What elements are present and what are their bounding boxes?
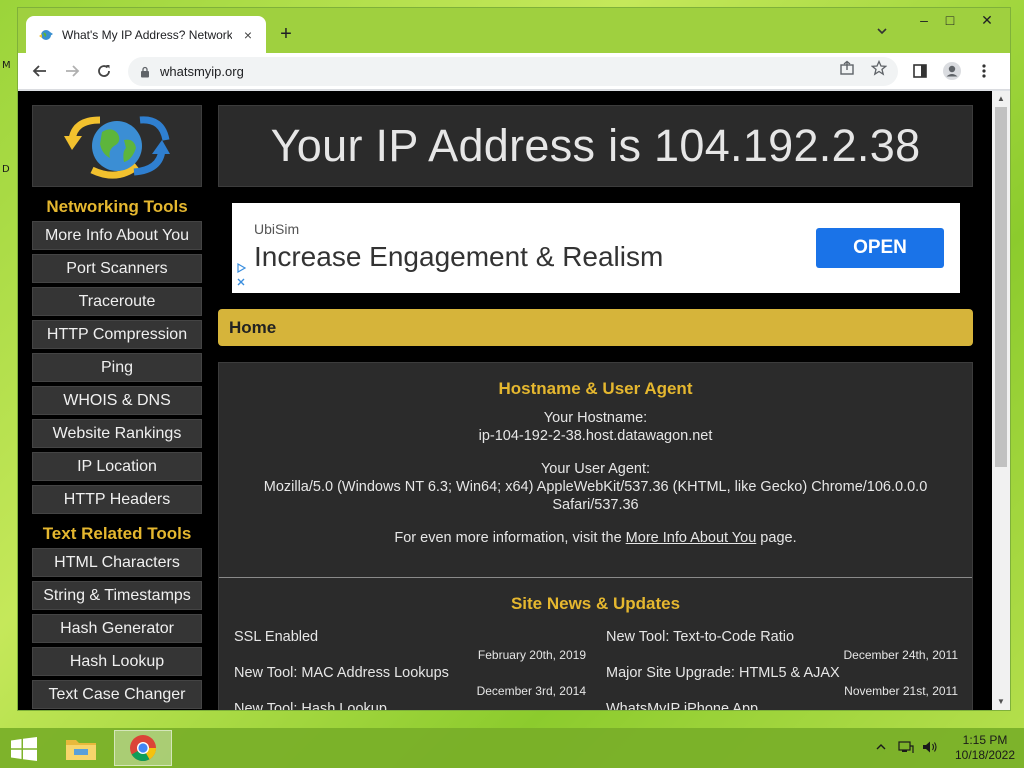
close-window-button[interactable]: ✕ xyxy=(973,12,1001,29)
hostname-section-title: Hostname & User Agent xyxy=(498,379,693,398)
ad-close-icon xyxy=(237,278,245,286)
sidebar-item-ping[interactable]: Ping xyxy=(32,353,202,382)
minimize-button[interactable]: – xyxy=(910,12,938,28)
scrollbar-thumb[interactable] xyxy=(995,107,1007,467)
sidebar-item-hash-lookup[interactable]: Hash Lookup xyxy=(32,647,202,676)
content-panel: Hostname & User Agent Your Hostname: ip-… xyxy=(218,362,973,710)
kebab-menu-icon[interactable] xyxy=(972,59,996,83)
news-title[interactable]: Major Site Upgrade: HTML5 & AJAX xyxy=(606,665,958,681)
side-panel-icon[interactable] xyxy=(908,59,932,83)
hostname-value: ip-104-192-2-38.host.datawagon.net xyxy=(478,428,713,444)
windows-start-icon[interactable] xyxy=(10,737,38,761)
clock-date: 10/18/2022 xyxy=(954,748,1016,762)
sidebar-item-traceroute[interactable]: Traceroute xyxy=(32,287,202,316)
desktop-edge-glyph: D xyxy=(2,164,10,175)
system-clock[interactable]: 1:15 PM 10/18/2022 xyxy=(950,733,1020,763)
hostname-label: Your Hostname: xyxy=(543,410,648,426)
more-info-prefix: For even more information, visit the xyxy=(394,530,626,546)
desktop-edge-glyph: M xyxy=(2,60,11,71)
news-item[interactable]: New Tool: MAC Address Lookups December 3… xyxy=(234,665,586,701)
news-date: December 24th, 2011 xyxy=(843,648,958,662)
globe-icon xyxy=(39,29,53,40)
scroll-up-icon[interactable]: ▲ xyxy=(992,91,1010,107)
tab-search-chevron-icon[interactable] xyxy=(876,25,888,40)
vertical-scrollbar[interactable]: ▲ ▼ xyxy=(992,91,1010,710)
news-item[interactable]: New Tool: Hash Lookup xyxy=(234,701,586,710)
lock-icon xyxy=(141,66,149,77)
user-agent-label: Your User Agent: xyxy=(540,461,651,477)
sidebar-item-http-compression[interactable]: HTTP Compression xyxy=(32,320,202,349)
ad-headline: Increase Engagement & Realism xyxy=(254,241,664,272)
adchoices-icon[interactable] xyxy=(234,262,248,291)
reload-icon[interactable] xyxy=(92,59,116,83)
news-item[interactable]: SSL Enabled February 20th, 2019 xyxy=(234,629,586,665)
news-title[interactable]: SSL Enabled xyxy=(234,629,586,645)
news-title[interactable]: New Tool: Text-to-Code Ratio xyxy=(606,629,958,645)
more-info-suffix: page. xyxy=(756,530,797,546)
address-bar[interactable]: whatsmyip.org xyxy=(128,57,898,86)
news-item[interactable]: WhatsMyIP iPhone App xyxy=(606,701,958,710)
back-arrow-icon[interactable] xyxy=(28,59,52,83)
news-item[interactable]: Major Site Upgrade: HTML5 & AJAX Novembe… xyxy=(606,665,958,701)
ad-open-button[interactable]: OPEN xyxy=(816,228,944,268)
tab-title: What's My IP Address? Networking Tools &… xyxy=(62,27,232,42)
site-logo[interactable] xyxy=(32,105,202,187)
news-title[interactable]: New Tool: MAC Address Lookups xyxy=(234,665,586,681)
maximize-button[interactable]: □ xyxy=(936,12,964,28)
news-title[interactable]: New Tool: Hash Lookup xyxy=(234,701,586,710)
sidebar-item-text-case-changer[interactable]: Text Case Changer xyxy=(32,680,202,709)
news-date: December 3rd, 2014 xyxy=(476,684,586,698)
volume-icon[interactable] xyxy=(922,740,938,757)
ad-banner[interactable]: UbiSim Increase Engagement & Realism OPE… xyxy=(232,203,960,293)
sidebar-item-html-characters[interactable]: HTML Characters xyxy=(32,548,202,577)
page-viewport: Networking Tools More Info About You Por… xyxy=(18,91,992,710)
network-icon[interactable] xyxy=(898,740,914,757)
left-sidebar: Networking Tools More Info About You Por… xyxy=(32,105,202,710)
url-text: whatsmyip.org xyxy=(160,64,244,79)
breadcrumb[interactable]: Home xyxy=(218,309,973,346)
file-explorer-icon[interactable] xyxy=(52,730,110,766)
user-agent-value-line1: Mozilla/5.0 (Windows NT 6.3; Win64; x64)… xyxy=(263,479,928,495)
sidebar-item-whois-dns[interactable]: WHOIS & DNS xyxy=(32,386,202,415)
news-section-title: Site News & Updates xyxy=(510,594,681,613)
more-info-sentence: For even more information, visit the Mor… xyxy=(219,529,972,547)
tab-strip: What's My IP Address? Networking Tools &… xyxy=(18,8,1010,53)
browser-tab[interactable]: What's My IP Address? Networking Tools &… xyxy=(26,16,266,53)
sidebar-item-http-headers[interactable]: HTTP Headers xyxy=(32,485,202,514)
news-item[interactable]: New Tool: Text-to-Code Ratio December 24… xyxy=(606,629,958,665)
news-title[interactable]: WhatsMyIP iPhone App xyxy=(606,701,958,710)
ip-banner: Your IP Address is 104.192.2.38 xyxy=(218,105,973,187)
tray-chevron-icon[interactable] xyxy=(876,740,886,754)
chrome-taskbar-icon[interactable] xyxy=(114,730,172,766)
more-info-link[interactable]: More Info About You xyxy=(626,530,757,546)
close-tab-icon[interactable]: × xyxy=(240,27,256,43)
sidebar-item-website-rankings[interactable]: Website Rankings xyxy=(32,419,202,448)
taskbar: 1:15 PM 10/18/2022 xyxy=(0,728,1024,768)
clock-time: 1:15 PM xyxy=(962,733,1008,747)
sidebar-item-ip-location[interactable]: IP Location xyxy=(32,452,202,481)
networking-tools-heading: Networking Tools xyxy=(46,197,188,216)
news-date: November 21st, 2011 xyxy=(844,684,958,698)
news-column-left: SSL Enabled February 20th, 2019 New Tool… xyxy=(234,629,586,710)
scroll-down-icon[interactable]: ▼ xyxy=(992,694,1010,710)
star-icon[interactable] xyxy=(868,59,890,80)
section-divider xyxy=(219,577,972,578)
page-title: Your IP Address is 104.192.2.38 xyxy=(270,120,921,171)
user-agent-value-line2: Safari/537.36 xyxy=(552,497,639,513)
browser-toolbar: whatsmyip.org xyxy=(18,53,1010,90)
sidebar-item-hash-generator[interactable]: Hash Generator xyxy=(32,614,202,643)
sidebar-item-string-timestamps[interactable]: String & Timestamps xyxy=(32,581,202,610)
forward-arrow-icon[interactable] xyxy=(60,59,84,83)
sidebar-item-port-scanners[interactable]: Port Scanners xyxy=(32,254,202,283)
globe-logo-icon xyxy=(64,116,170,179)
news-date: February 20th, 2019 xyxy=(477,648,586,662)
new-tab-button[interactable]: + xyxy=(274,23,298,47)
sidebar-item-more-info[interactable]: More Info About You xyxy=(32,221,202,250)
ad-advertiser: UbiSim xyxy=(254,221,300,237)
share-icon[interactable] xyxy=(836,60,858,80)
text-tools-heading: Text Related Tools xyxy=(42,524,192,543)
profile-icon[interactable] xyxy=(940,59,964,83)
browser-window: What's My IP Address? Networking Tools &… xyxy=(18,8,1010,710)
news-column-right: New Tool: Text-to-Code Ratio December 24… xyxy=(606,629,958,710)
